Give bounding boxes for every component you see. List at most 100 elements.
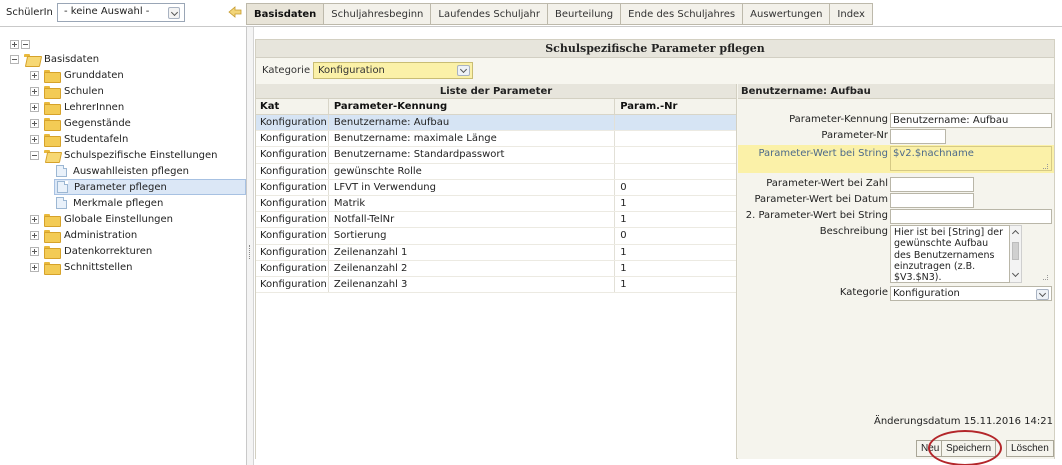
tree-item-merkmale-pflegen[interactable]: Merkmale pflegen: [56, 195, 163, 211]
parameter-nr-input[interactable]: [890, 129, 946, 144]
resize-grip-icon[interactable]: [1043, 275, 1048, 280]
column-header-kat[interactable]: Kat: [256, 99, 329, 114]
table-row[interactable]: Konfiguration Sortierung 0: [256, 228, 736, 245]
parameter-wert-datum-input[interactable]: [890, 193, 974, 208]
table-row[interactable]: Konfiguration Zeilenanzahl 1 1: [256, 244, 736, 261]
table-row[interactable]: Konfiguration LFVT in Verwendung 0: [256, 179, 736, 196]
table-row[interactable]: Konfiguration gewünschte Rolle: [256, 163, 736, 180]
tree-item-label: Merkmale pflegen: [73, 197, 164, 209]
tab-schuljahresbeginn[interactable]: Schuljahresbeginn: [323, 3, 431, 25]
tree-item-label: LehrerInnen: [64, 101, 125, 113]
folder-icon: [44, 245, 61, 259]
tree-item-schnittstellen[interactable]: Schnittstellen: [30, 259, 132, 275]
column-header-kennung[interactable]: Parameter-Kennung: [329, 99, 616, 114]
folder-icon: [44, 117, 61, 131]
expand-icon[interactable]: [30, 214, 39, 224]
cell-nr: 0: [620, 181, 627, 193]
cell-nr: 1: [620, 278, 627, 290]
beschreibung-scrollbar[interactable]: [1010, 225, 1022, 283]
expand-icon[interactable]: [30, 118, 39, 128]
cell-kat: Konfiguration: [256, 147, 329, 163]
cell-kat: Konfiguration: [256, 244, 329, 260]
parameter-list: Liste der Parameter Kat Parameter-Kennun…: [256, 84, 737, 459]
tab-laufendes-schuljahr[interactable]: Laufendes Schuljahr: [430, 3, 547, 25]
parameter-list-header: Kat Parameter-Kennung Param.-Nr: [256, 99, 736, 115]
expand-icon[interactable]: [30, 134, 39, 144]
kategorie-select[interactable]: Konfiguration: [890, 286, 1052, 301]
expand-all-icon[interactable]: [10, 40, 19, 49]
tab-basisdaten[interactable]: Basisdaten: [246, 3, 324, 25]
resize-grip-icon[interactable]: [1043, 164, 1048, 169]
tab-index[interactable]: Index: [829, 3, 873, 25]
scroll-down-icon[interactable]: [1011, 269, 1020, 278]
tree-item-basisdaten[interactable]: Basisdaten: [10, 51, 99, 67]
parameter-wert-string-2-input[interactable]: [890, 209, 1052, 224]
tree-item-gegenstaende[interactable]: Gegenstände: [30, 115, 131, 131]
category-filter-select[interactable]: Konfiguration: [313, 62, 473, 79]
tree-item-label: Schnittstellen: [64, 261, 133, 273]
table-row[interactable]: Konfiguration Zeilenanzahl 2 1: [256, 260, 736, 277]
expand-icon[interactable]: [30, 70, 39, 80]
table-row[interactable]: Konfiguration Matrik 1: [256, 195, 736, 213]
cell-kat: Konfiguration: [256, 179, 329, 195]
parameter-wert-string-input[interactable]: $v2.$nachname: [890, 146, 1052, 171]
beschreibung-textarea[interactable]: Hier ist bei [String] der gewünschte Auf…: [890, 225, 1010, 283]
cell-kat: Konfiguration: [256, 228, 329, 244]
student-select-value: - keine Auswahl -: [64, 6, 150, 17]
cell-kennung: Sortierung: [329, 228, 616, 244]
tree-item-parameter-pflegen[interactable]: Parameter pflegen: [54, 179, 246, 195]
detail-title: Benutzername: Aufbau: [738, 84, 1054, 99]
tab-beurteilung[interactable]: Beurteilung: [547, 3, 621, 25]
tree-item-label: Parameter pflegen: [74, 181, 167, 193]
tree-item-grunddaten[interactable]: Grunddaten: [30, 67, 124, 83]
arrow-left-icon[interactable]: [228, 5, 242, 19]
change-date: Änderungsdatum 15.11.2016 14:21: [874, 416, 1053, 427]
parameter-kennung-input[interactable]: Benutzername: Aufbau: [890, 113, 1052, 128]
cell-nr: [615, 164, 736, 179]
tab-ende-des-schuljahres[interactable]: Ende des Schuljahres: [620, 3, 743, 25]
tree-item-label: Schulspezifische Einstellungen: [64, 149, 218, 161]
chevron-down-icon: [1036, 289, 1049, 300]
scroll-up-icon[interactable]: [1011, 229, 1020, 238]
tree-item-studentafeln[interactable]: Studentafeln: [30, 131, 128, 147]
cell-kennung: Matrik: [329, 195, 616, 212]
tree-item-administration[interactable]: Administration: [30, 227, 137, 243]
tab-auswertungen[interactable]: Auswertungen: [742, 3, 830, 25]
tree-item-label: Globale Einstellungen: [64, 213, 174, 225]
parameter-wert-zahl-input[interactable]: [890, 177, 974, 192]
tree-item-lehrerinnen[interactable]: LehrerInnen: [30, 99, 124, 115]
expand-icon[interactable]: [30, 86, 39, 96]
parameter-panel: Schulspezifische Parameter pflegen Kateg…: [255, 39, 1055, 459]
collapse-all-icon[interactable]: [21, 40, 30, 49]
tree-item-datenkorrekturen[interactable]: Datenkorrekturen: [30, 243, 152, 259]
table-row[interactable]: Konfiguration Notfall-TelNr 1: [256, 212, 736, 229]
tree-item-globale-einstellungen[interactable]: Globale Einstellungen: [30, 211, 173, 227]
table-row[interactable]: Konfiguration Benutzername: maximale Län…: [256, 131, 736, 148]
student-select[interactable]: - keine Auswahl -: [57, 3, 185, 22]
label-parameter-kennung: Parameter-Kennung: [789, 114, 888, 125]
table-row[interactable]: Konfiguration Benutzername: Standardpass…: [256, 147, 736, 164]
tree-item-schulen[interactable]: Schulen: [30, 83, 104, 99]
column-header-nr[interactable]: Param.-Nr: [615, 99, 736, 114]
change-date-label: Änderungsdatum: [874, 416, 961, 427]
main-tabs: Basisdaten Schuljahresbeginn Laufendes S…: [246, 3, 873, 25]
tree-item-label: Basisdaten: [44, 53, 100, 65]
scroll-thumb[interactable]: [1012, 242, 1019, 260]
tree-item-schulspezifische-einstellungen[interactable]: Schulspezifische Einstellungen: [30, 147, 218, 163]
expand-icon[interactable]: [30, 246, 39, 256]
collapse-icon[interactable]: [10, 54, 19, 64]
expand-icon[interactable]: [30, 230, 39, 240]
parameter-list-title: Liste der Parameter: [256, 84, 736, 99]
change-date-value: 15.11.2016 14:21: [963, 416, 1053, 427]
expand-icon[interactable]: [30, 102, 39, 112]
table-row[interactable]: Konfiguration Zeilenanzahl 3 1: [256, 276, 736, 294]
collapse-icon[interactable]: [30, 150, 39, 160]
folder-icon: [44, 213, 61, 227]
expand-icon[interactable]: [30, 262, 39, 272]
delete-button[interactable]: Löschen: [1006, 440, 1054, 457]
save-button[interactable]: Speichern: [941, 440, 997, 457]
cell-nr: 1: [620, 214, 627, 226]
table-row[interactable]: Konfiguration Benutzername: Aufbau: [256, 115, 736, 132]
sidebar-splitter[interactable]: [247, 27, 254, 465]
tree-item-auswahlleisten-pflegen[interactable]: Auswahlleisten pflegen: [56, 163, 189, 179]
